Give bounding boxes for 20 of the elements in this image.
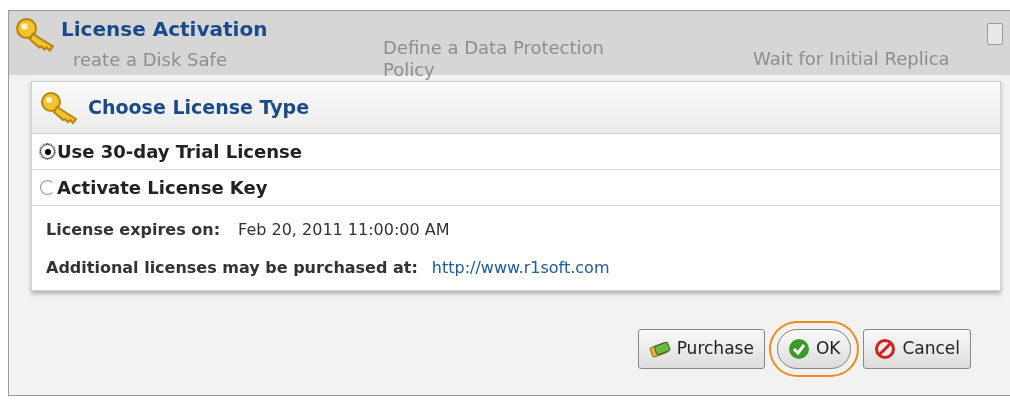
background-step: reate a Disk Safe xyxy=(73,49,323,71)
close-button[interactable] xyxy=(987,23,1003,45)
purchase-button[interactable]: Purchase xyxy=(637,329,765,369)
cancel-button[interactable]: Cancel xyxy=(863,329,971,369)
radio-label: Use 30-day Trial License xyxy=(57,140,302,164)
radio-option[interactable]: Activate License Key xyxy=(32,170,1000,206)
expires-label: License expires on: xyxy=(46,219,221,241)
purchase-link[interactable]: http://www.r1soft.com xyxy=(431,256,610,280)
expires-value: Feb 20, 2011 11:00:00 AM xyxy=(238,219,450,241)
purchase-label: Additional licenses may be purchased at: xyxy=(46,257,418,279)
window-title: License Activation xyxy=(61,17,268,41)
check-icon xyxy=(787,338,810,360)
background-step: Wait for Initial Replica xyxy=(753,45,950,72)
key-icon xyxy=(15,17,57,53)
panel-title: Choose License Type xyxy=(88,95,310,121)
background-step: Define a Data Protection Policy xyxy=(383,37,643,81)
key-icon xyxy=(40,90,80,125)
radio-label: Activate License Key xyxy=(57,176,268,200)
prohibited-icon xyxy=(874,338,897,360)
radio-option[interactable]: Use 30-day Trial License xyxy=(32,134,1000,170)
